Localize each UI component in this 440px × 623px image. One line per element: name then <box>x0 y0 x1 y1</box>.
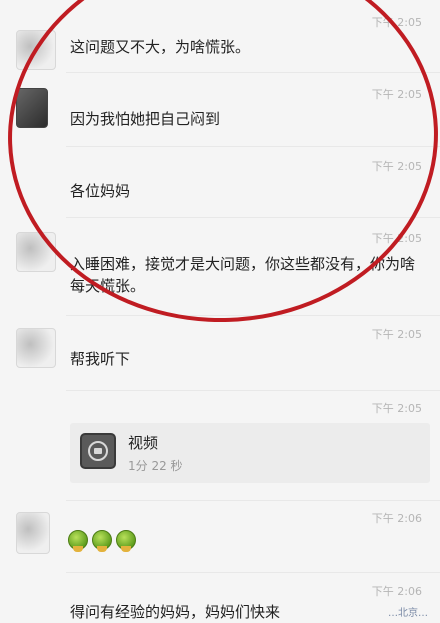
divider <box>66 500 440 501</box>
avatar[interactable] <box>16 232 56 272</box>
green-frog-emoji-icon <box>116 530 136 552</box>
avatar[interactable] <box>16 30 56 70</box>
message-time: 下午 2:05 <box>371 328 422 341</box>
divider <box>66 72 440 73</box>
divider <box>66 146 440 147</box>
watermark: …北京… <box>388 608 428 619</box>
video-play-icon <box>80 433 116 469</box>
green-frog-emoji-icon <box>68 530 88 552</box>
message-time: 下午 2:05 <box>371 402 422 415</box>
video-duration: 1分 22 秒 <box>128 459 183 473</box>
avatar[interactable] <box>16 512 50 554</box>
divider <box>66 315 440 316</box>
video-message-card[interactable]: 视频 1分 22 秒 <box>70 423 430 483</box>
divider <box>66 390 440 391</box>
message-time: 下午 2:05 <box>371 16 422 29</box>
divider <box>66 217 440 218</box>
message-time: 下午 2:05 <box>371 88 422 101</box>
message-text: 因为我怕她把自己闷到 <box>70 110 221 128</box>
message-time: 下午 2:06 <box>371 512 422 525</box>
chat-history: 下午 2:05 这问题又不大，为啥慌张。 下午 2:05 因为我怕她把自己闷到 … <box>0 0 440 621</box>
avatar[interactable] <box>16 328 56 368</box>
message-text: 各位妈妈 <box>70 182 131 200</box>
message-time: 下午 2:05 <box>371 232 422 245</box>
green-frog-emoji-icon <box>92 530 112 552</box>
message-text: 得问有经验的妈妈，妈妈们快来 <box>70 603 281 621</box>
avatar[interactable] <box>16 88 48 128</box>
message-text: 帮我听下 <box>70 350 131 368</box>
video-title: 视频 <box>128 434 159 452</box>
emoji-message <box>68 530 136 552</box>
message-time: 下午 2:06 <box>371 585 422 598</box>
message-time: 下午 2:05 <box>371 160 422 173</box>
message-text: 入睡困难，接觉才是大问题，你这些都没有，你为啥每天慌张。 <box>70 255 416 295</box>
message-text: 这问题又不大，为啥慌张。 <box>70 38 251 56</box>
divider <box>66 572 440 573</box>
